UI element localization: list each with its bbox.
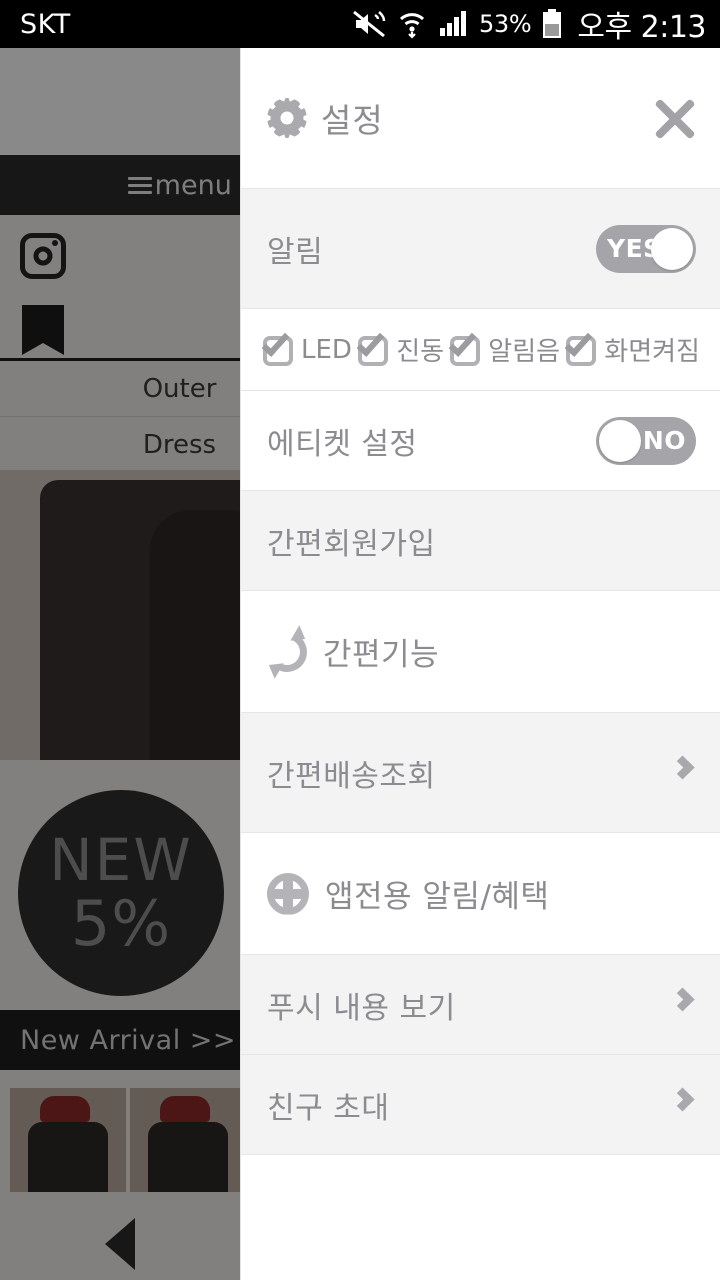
panel-bottom-space — [241, 1154, 720, 1280]
clock-label: 오후 2:13 — [577, 10, 706, 45]
section-title: 간편기능 — [323, 637, 440, 673]
mute-icon — [353, 10, 386, 38]
easy-signup-label: 간편회원가입 — [267, 526, 436, 562]
checkbox-checked-icon — [261, 328, 296, 366]
chevron-right-icon — [670, 986, 696, 1022]
etiquette-toggle-label: NO — [642, 426, 686, 455]
back-icon — [105, 1218, 135, 1270]
battery-percent-label: 53% — [478, 10, 532, 38]
battery-icon — [543, 9, 562, 38]
checkbox-vibrate[interactable]: 진동 — [356, 328, 445, 368]
new-arrival-label: New Arrival >> — [20, 1024, 237, 1056]
checkbox-checked-icon — [448, 328, 483, 366]
badge-line-2: 5% — [70, 887, 172, 960]
badge-line-1: NEW — [49, 826, 193, 894]
section-header-app-benefits: 앱전용 알림/혜택 — [241, 832, 720, 954]
signal-icon — [439, 11, 466, 36]
product-thumbnail[interactable] — [130, 1088, 246, 1192]
panel-header: 설정 — [241, 48, 720, 188]
checkbox-checked-icon — [564, 328, 599, 366]
toggle-knob — [599, 419, 641, 462]
section-title: 앱전용 알림/혜택 — [325, 879, 550, 915]
easy-signup-row[interactable]: 간편회원가입 — [241, 490, 720, 590]
settings-panel: 설정 알림 YES LED 진동 알림음 화면켜짐 에티켓 설정 NO 간편회원… — [240, 48, 720, 1280]
delivery-tracking-row[interactable]: 간편배송조회 — [241, 712, 720, 832]
notification-label: 알림 — [267, 234, 324, 270]
panel-title: 설정 — [321, 101, 384, 140]
chevron-right-icon — [670, 754, 696, 790]
checkbox-sound[interactable]: 알림음 — [448, 328, 561, 368]
checkbox-label: 화면켜짐 — [604, 337, 700, 367]
refresh-icon — [261, 624, 313, 679]
checkbox-led[interactable]: LED — [261, 328, 352, 366]
etiquette-label: 에티켓 설정 — [267, 426, 418, 462]
delivery-tracking-label: 간편배송조회 — [267, 758, 436, 794]
bookmark-icon[interactable] — [22, 305, 64, 355]
carrier-label: SKT — [20, 8, 71, 40]
invite-friends-row[interactable]: 친구 초대 — [241, 1054, 720, 1154]
instagram-icon[interactable] — [20, 233, 66, 279]
checkbox-screen-on[interactable]: 화면켜짐 — [564, 328, 700, 368]
notification-options-row[interactable]: LED 진동 알림음 화면켜짐 — [241, 308, 720, 390]
new-discount-badge[interactable]: NEW 5% — [18, 790, 224, 996]
etiquette-row[interactable]: 에티켓 설정 NO — [241, 390, 720, 490]
back-button[interactable] — [0, 1218, 240, 1270]
menu-label: menu — [154, 169, 232, 201]
target-plus-icon — [267, 872, 309, 915]
close-icon[interactable] — [652, 95, 698, 141]
status-icons: 53% 오후 2:13 — [352, 2, 706, 46]
gear-icon — [267, 98, 307, 138]
invite-friends-label: 친구 초대 — [267, 1090, 390, 1126]
checkbox-label: LED — [301, 334, 352, 365]
checkbox-checked-icon — [356, 328, 391, 366]
status-bar: SKT 53% 오후 2:13 — [0, 0, 720, 48]
section-header-quick-functions: 간편기능 — [241, 590, 720, 712]
product-thumbnail[interactable] — [10, 1088, 126, 1192]
push-content-label: 푸시 내용 보기 — [267, 990, 456, 1026]
toggle-knob — [651, 227, 693, 270]
phone-screen: SKT 53% 오후 2:13 menu Outer Dress NEW 5% … — [0, 0, 720, 1280]
checkbox-label: 알림음 — [488, 337, 561, 367]
wifi-icon — [399, 13, 424, 39]
hamburger-icon — [127, 173, 152, 198]
etiquette-toggle[interactable]: NO — [596, 416, 696, 465]
notification-toggle[interactable]: YES — [596, 224, 696, 273]
chevron-right-icon — [670, 1086, 696, 1122]
notification-row[interactable]: 알림 YES — [241, 188, 720, 308]
checkbox-label: 진동 — [396, 337, 445, 367]
push-content-row[interactable]: 푸시 내용 보기 — [241, 954, 720, 1054]
